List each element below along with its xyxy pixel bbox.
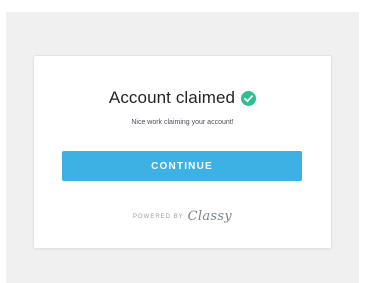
check-circle-icon: [241, 90, 257, 106]
page-title: Account claimed: [108, 88, 236, 107]
classy-logo: Classy: [187, 209, 233, 224]
success-message: Nice work claiming your account!: [131, 119, 234, 126]
powered-by-footer: POWERED BY Classy: [34, 209, 331, 224]
title-row: Account claimed: [34, 88, 331, 108]
powered-by-label: POWERED BY: [132, 213, 184, 220]
continue-button[interactable]: CONTINUE: [62, 151, 302, 181]
account-claimed-card: Account claimed Nice work claiming your …: [33, 55, 332, 249]
